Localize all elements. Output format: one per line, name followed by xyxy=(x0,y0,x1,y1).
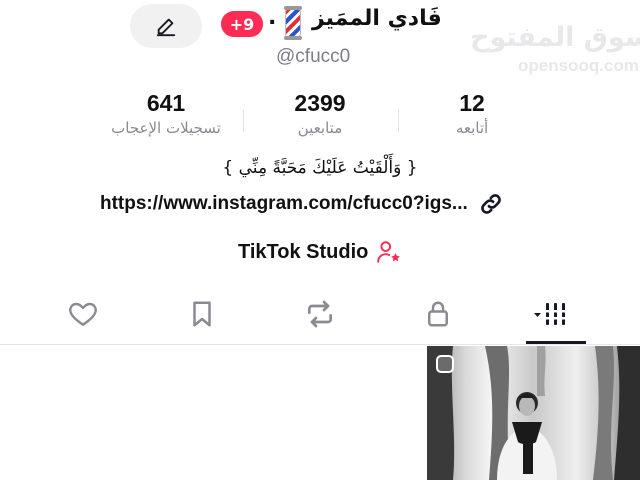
video-thumbnail[interactable] xyxy=(427,346,640,480)
tab-bar-divider xyxy=(0,344,640,345)
following-label: أتابعه xyxy=(455,119,489,137)
grid-icon xyxy=(534,303,566,325)
tab-liked[interactable] xyxy=(61,292,105,336)
tab-private[interactable] xyxy=(416,292,460,336)
tiktok-studio-button[interactable]: TikTok Studio xyxy=(238,239,402,265)
bookmark-icon xyxy=(193,301,211,327)
heart-icon xyxy=(69,302,97,326)
following-count: 12 xyxy=(459,90,485,116)
link-icon xyxy=(480,194,501,214)
watermark-latin: opensooq.com xyxy=(518,56,639,75)
repost-icon xyxy=(308,300,332,328)
profile-link[interactable]: https://www.instagram.com/cfucc0?igs... xyxy=(100,191,504,217)
username: @cfucc0 xyxy=(276,46,351,67)
lock-icon xyxy=(428,301,448,327)
stat-followers[interactable]: 2399 متابعين xyxy=(240,90,400,137)
likes-count: 641 xyxy=(146,90,186,116)
tab-favorites[interactable] xyxy=(180,292,224,336)
edit-profile-button[interactable] xyxy=(130,4,202,48)
tiktok-studio-label: TikTok Studio xyxy=(238,240,369,263)
person-star-icon xyxy=(377,241,401,263)
select-checkbox[interactable] xyxy=(436,355,454,373)
followers-label: متابعين xyxy=(297,119,343,137)
pencil-icon xyxy=(156,18,176,37)
thumbnail-photo xyxy=(427,346,640,480)
stat-following[interactable]: 12 أتابعه xyxy=(392,90,552,137)
name-separator: . xyxy=(268,5,277,30)
notifications-badge[interactable]: +9 xyxy=(221,11,263,37)
tab-reposts[interactable] xyxy=(298,292,342,336)
bio-text: { وَأَلْقَيْتُ عَلَيْكَ مَحَبَّةً مِنِّي… xyxy=(222,158,418,178)
profile-link-text[interactable]: https://www.instagram.com/cfucc0?igs... xyxy=(100,193,468,215)
followers-count: 2399 xyxy=(294,90,346,116)
display-name: فَادي الممَيز xyxy=(312,6,442,31)
stat-likes[interactable]: 641 تسجيلات الإعجاب xyxy=(86,90,246,137)
likes-label: تسجيلات الإعجاب xyxy=(111,119,221,137)
tab-videos[interactable] xyxy=(530,292,580,336)
watermark-arabic: السوق المفتوح xyxy=(470,22,640,53)
barber-pole-emoji xyxy=(284,6,302,40)
